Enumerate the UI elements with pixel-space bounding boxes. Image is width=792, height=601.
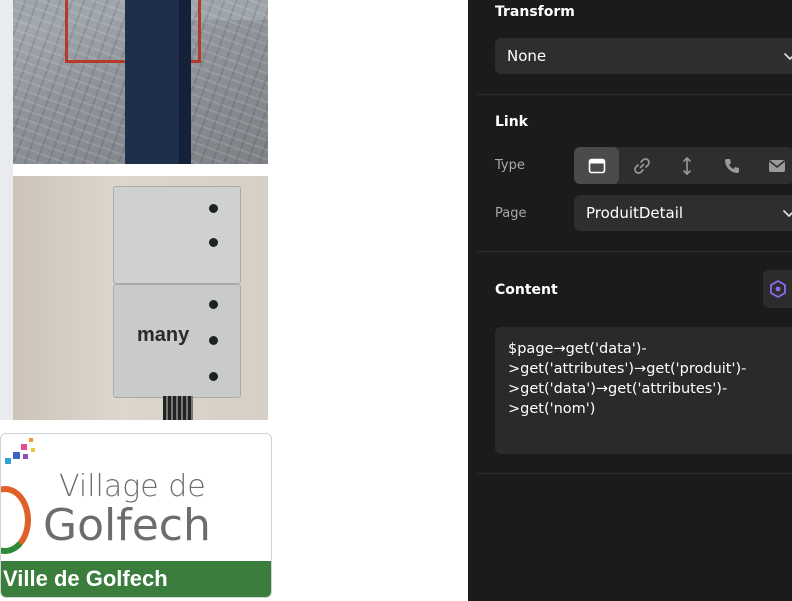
logo-mosaic-icon <box>5 438 35 464</box>
anchor-icon <box>682 156 691 175</box>
content-binding-button[interactable] <box>763 270 792 308</box>
link-section-title: Link <box>495 114 528 130</box>
link-type-anchor-button[interactable] <box>664 147 709 184</box>
transform-select[interactable]: None <box>495 38 792 74</box>
content-code-text: $page→get('data')- >get('attributes')→ge… <box>508 341 747 417</box>
golfech-logo-image[interactable]: Village de Golfech Ville de Golfech <box>0 433 272 598</box>
chevron-down-icon <box>784 53 792 60</box>
electrical-cabinet-image[interactable]: many <box>13 176 268 420</box>
canvas-left-gutter <box>0 0 13 420</box>
transform-section-title: Transform <box>495 4 575 20</box>
link-type-phone-button[interactable] <box>709 147 754 184</box>
link-page-label: Page <box>495 206 527 221</box>
chevron-down-icon <box>783 210 792 217</box>
mail-icon <box>768 159 785 172</box>
page-icon <box>588 158 605 173</box>
link-page-select[interactable]: ProduitDetail <box>574 195 792 231</box>
link-icon <box>633 157 650 174</box>
link-page-select-value: ProduitDetail <box>586 204 684 222</box>
canvas-area: many Village de Golfech Ville de Golfech <box>0 0 468 601</box>
logo-band: Ville de Golfech <box>1 561 271 597</box>
section-divider <box>476 473 792 474</box>
logo-band-text: Ville de Golfech <box>3 566 168 591</box>
link-type-page-button[interactable] <box>574 147 619 184</box>
section-divider <box>476 94 792 95</box>
phone-icon <box>724 158 739 173</box>
content-code-editor[interactable]: $page→get('data')- >get('attributes')→ge… <box>495 327 792 454</box>
logo-text-village: Village de <box>59 469 206 504</box>
properties-panel: Transform None Link Type Page ProduitDet… <box>468 0 792 601</box>
content-section-title: Content <box>495 282 558 298</box>
logo-arc-icon <box>1 486 31 554</box>
cabinet-top <box>113 186 241 284</box>
link-type-url-button[interactable] <box>619 147 664 184</box>
transform-select-value: None <box>507 47 547 65</box>
link-type-email-button[interactable] <box>754 147 792 184</box>
cables <box>163 396 193 420</box>
cabinet-brand-logo: many <box>137 324 190 346</box>
hexagon-icon <box>770 280 786 298</box>
bollard-image[interactable] <box>13 0 268 164</box>
link-type-segmented-control <box>574 147 792 184</box>
link-type-label: Type <box>495 158 525 173</box>
logo-text-golfech: Golfech <box>43 500 211 551</box>
section-divider <box>476 251 792 252</box>
